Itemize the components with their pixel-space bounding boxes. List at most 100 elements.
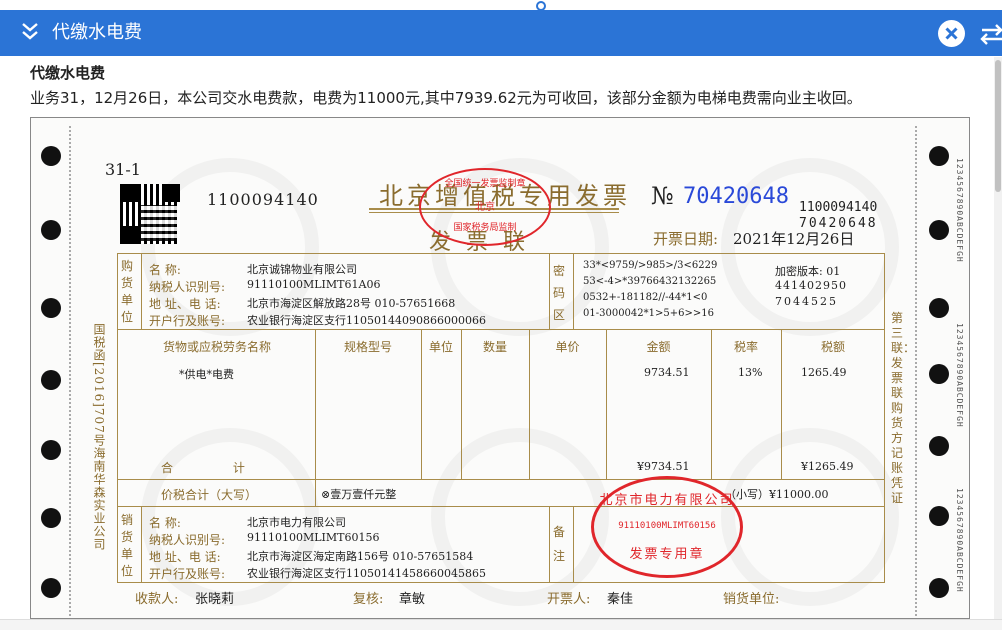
perforation-right <box>915 126 917 616</box>
seller-section-label: 销货单位 <box>121 513 134 578</box>
table-rule <box>711 329 712 479</box>
table-rule <box>549 253 550 329</box>
right-invoice-code: 1100094140 <box>799 200 878 215</box>
punch-hole <box>41 440 61 460</box>
buyer-bank: 农业银行海淀区支行11050144090866000066 <box>247 314 486 327</box>
seller-bank-label: 开户行及账号: <box>149 567 226 581</box>
punch-hole <box>929 364 949 384</box>
total-tax: ¥1265.49 <box>801 460 854 473</box>
table-rule <box>117 329 885 330</box>
left-margin-text: 国税函[2016]707号海南华森实业公司 <box>92 323 106 551</box>
seller-tax-id-label: 纳税人识别号: <box>149 533 226 547</box>
punch-hole <box>41 220 61 240</box>
drawer: 秦佳 <box>607 592 634 607</box>
total-label: 合 计 <box>161 461 245 475</box>
cipher-line: 01-3000042*1>5+6>>16 <box>583 308 714 319</box>
reviewer-label: 复核: <box>353 592 384 607</box>
table-rule <box>141 506 142 583</box>
col-header-unit: 单位 <box>428 340 453 354</box>
seller-address-label: 地 址、电 话: <box>149 550 221 564</box>
item-name: *供电*电费 <box>179 368 234 381</box>
seller-bank: 农业银行海淀区支行11050141458660045865 <box>247 567 486 580</box>
close-button[interactable] <box>938 20 965 47</box>
reviewer: 章敏 <box>399 592 426 607</box>
punch-hole <box>41 508 61 528</box>
scrollbar-thumb[interactable] <box>995 60 1001 192</box>
punch-hole <box>929 220 949 240</box>
table-rule <box>117 506 885 507</box>
qr-code <box>120 184 180 244</box>
col-header-tax: 税额 <box>820 340 845 354</box>
punch-hole <box>929 506 949 526</box>
grand-total-small: （小写）¥11000.00 <box>725 488 829 501</box>
table-rule <box>573 253 574 329</box>
punch-hole <box>929 436 949 456</box>
cipher-line: 0532+-181182//-44*1<0 <box>583 292 708 303</box>
seller-tax-id: 91110100MLIMT60156 <box>247 531 380 544</box>
cipher-code: 441402950 <box>775 279 847 292</box>
punch-hole <box>41 298 61 318</box>
seller-footer-label: 销货单位: <box>723 592 780 607</box>
item-tax: 1265.49 <box>801 366 847 379</box>
buyer-section-label: 购货单位 <box>121 259 134 324</box>
col-header-spec: 规格型号 <box>343 340 392 354</box>
invoice-code: 1100094140 <box>207 190 319 209</box>
issue-date: 2021年12月26日 <box>733 230 855 248</box>
col-header-price: 单价 <box>555 340 580 354</box>
table-rule <box>117 479 885 480</box>
buyer-name: 北京诚锦物业有限公司 <box>247 263 357 276</box>
payee-label: 收款人: <box>135 592 179 607</box>
cipher-line: 33*<9759/>985>/3<6229 <box>583 260 718 271</box>
close-icon <box>945 27 958 40</box>
cipher-version: 加密版本: 01 <box>775 265 841 278</box>
table-rule <box>461 329 462 479</box>
invoice-image: 1234567890ABCDEFGH 1234567890ABCDEFGH 12… <box>30 117 970 619</box>
company-seal: 北京市电力有限公司 91110100MLIMT60156 发票专用章 <box>591 476 743 578</box>
punch-hole <box>41 146 61 166</box>
punch-hole <box>929 146 949 166</box>
collapse-chevron-icon[interactable] <box>20 21 40 43</box>
side-code: 1234567890ABCDEFGH <box>955 488 964 593</box>
total-amount: ¥9734.51 <box>637 460 690 473</box>
buyer-address-label: 地 址、电 话: <box>149 297 221 311</box>
issue-date-label: 开票日期: <box>653 230 719 248</box>
tax-bureau-seal: 全国统一发票监制章 北京 国家税务局监制 <box>419 168 551 246</box>
perforation-left <box>69 126 71 616</box>
item-amount: 9734.51 <box>644 366 690 379</box>
buyer-tax-id: 91110100MLIMT61A06 <box>247 278 381 291</box>
col-header-item: 货物或应税劳务名称 <box>162 340 271 354</box>
table-rule <box>529 329 530 479</box>
seller-name-label: 名 称: <box>149 516 181 530</box>
side-code: 1234567890ABCDEFGH <box>955 158 964 263</box>
col-header-amount: 金额 <box>646 340 671 354</box>
seller-address: 北京市海淀区海定南路156号 010-57651584 <box>247 550 474 563</box>
window-title: 代缴水电费 <box>52 22 142 43</box>
table-rule <box>549 506 550 583</box>
drawer-label: 开票人: <box>547 592 591 607</box>
col-header-qty: 数量 <box>482 340 507 354</box>
swap-arrows-icon[interactable] <box>980 23 1002 45</box>
right-margin-text: 第三联：发票联 购货方记账凭证 <box>891 311 916 505</box>
punch-hole <box>41 578 61 598</box>
invoice-table <box>117 253 885 583</box>
buyer-address: 北京市海淀区解放路28号 010-57651668 <box>247 297 456 310</box>
table-rule <box>315 329 316 479</box>
number-symbol: № <box>651 182 674 210</box>
grand-total-words: ⊗壹万壹仟元整 <box>321 488 397 501</box>
buyer-tax-id-label: 纳税人识别号: <box>149 280 226 294</box>
remark-label: 备注 <box>553 525 566 563</box>
title-bar: 代缴水电费 <box>0 10 1002 56</box>
table-rule <box>573 506 574 583</box>
punch-hole <box>929 298 949 318</box>
side-code: 1234567890ABCDEFGH <box>955 323 964 428</box>
punch-hole <box>41 370 61 390</box>
bottom-bar <box>0 619 1002 630</box>
cipher-line: 53<-4>*39766432132265 <box>583 276 717 287</box>
grand-total-label: 价税合计（大写） <box>161 488 258 502</box>
seller-name: 北京市电力有限公司 <box>247 516 346 529</box>
item-tax-rate: 13% <box>738 366 763 379</box>
doc-number: 31-1 <box>105 160 141 179</box>
col-header-tax-rate: 税率 <box>733 340 758 354</box>
buyer-bank-label: 开户行及账号: <box>149 314 226 328</box>
cipher-code: 7044525 <box>775 295 838 308</box>
